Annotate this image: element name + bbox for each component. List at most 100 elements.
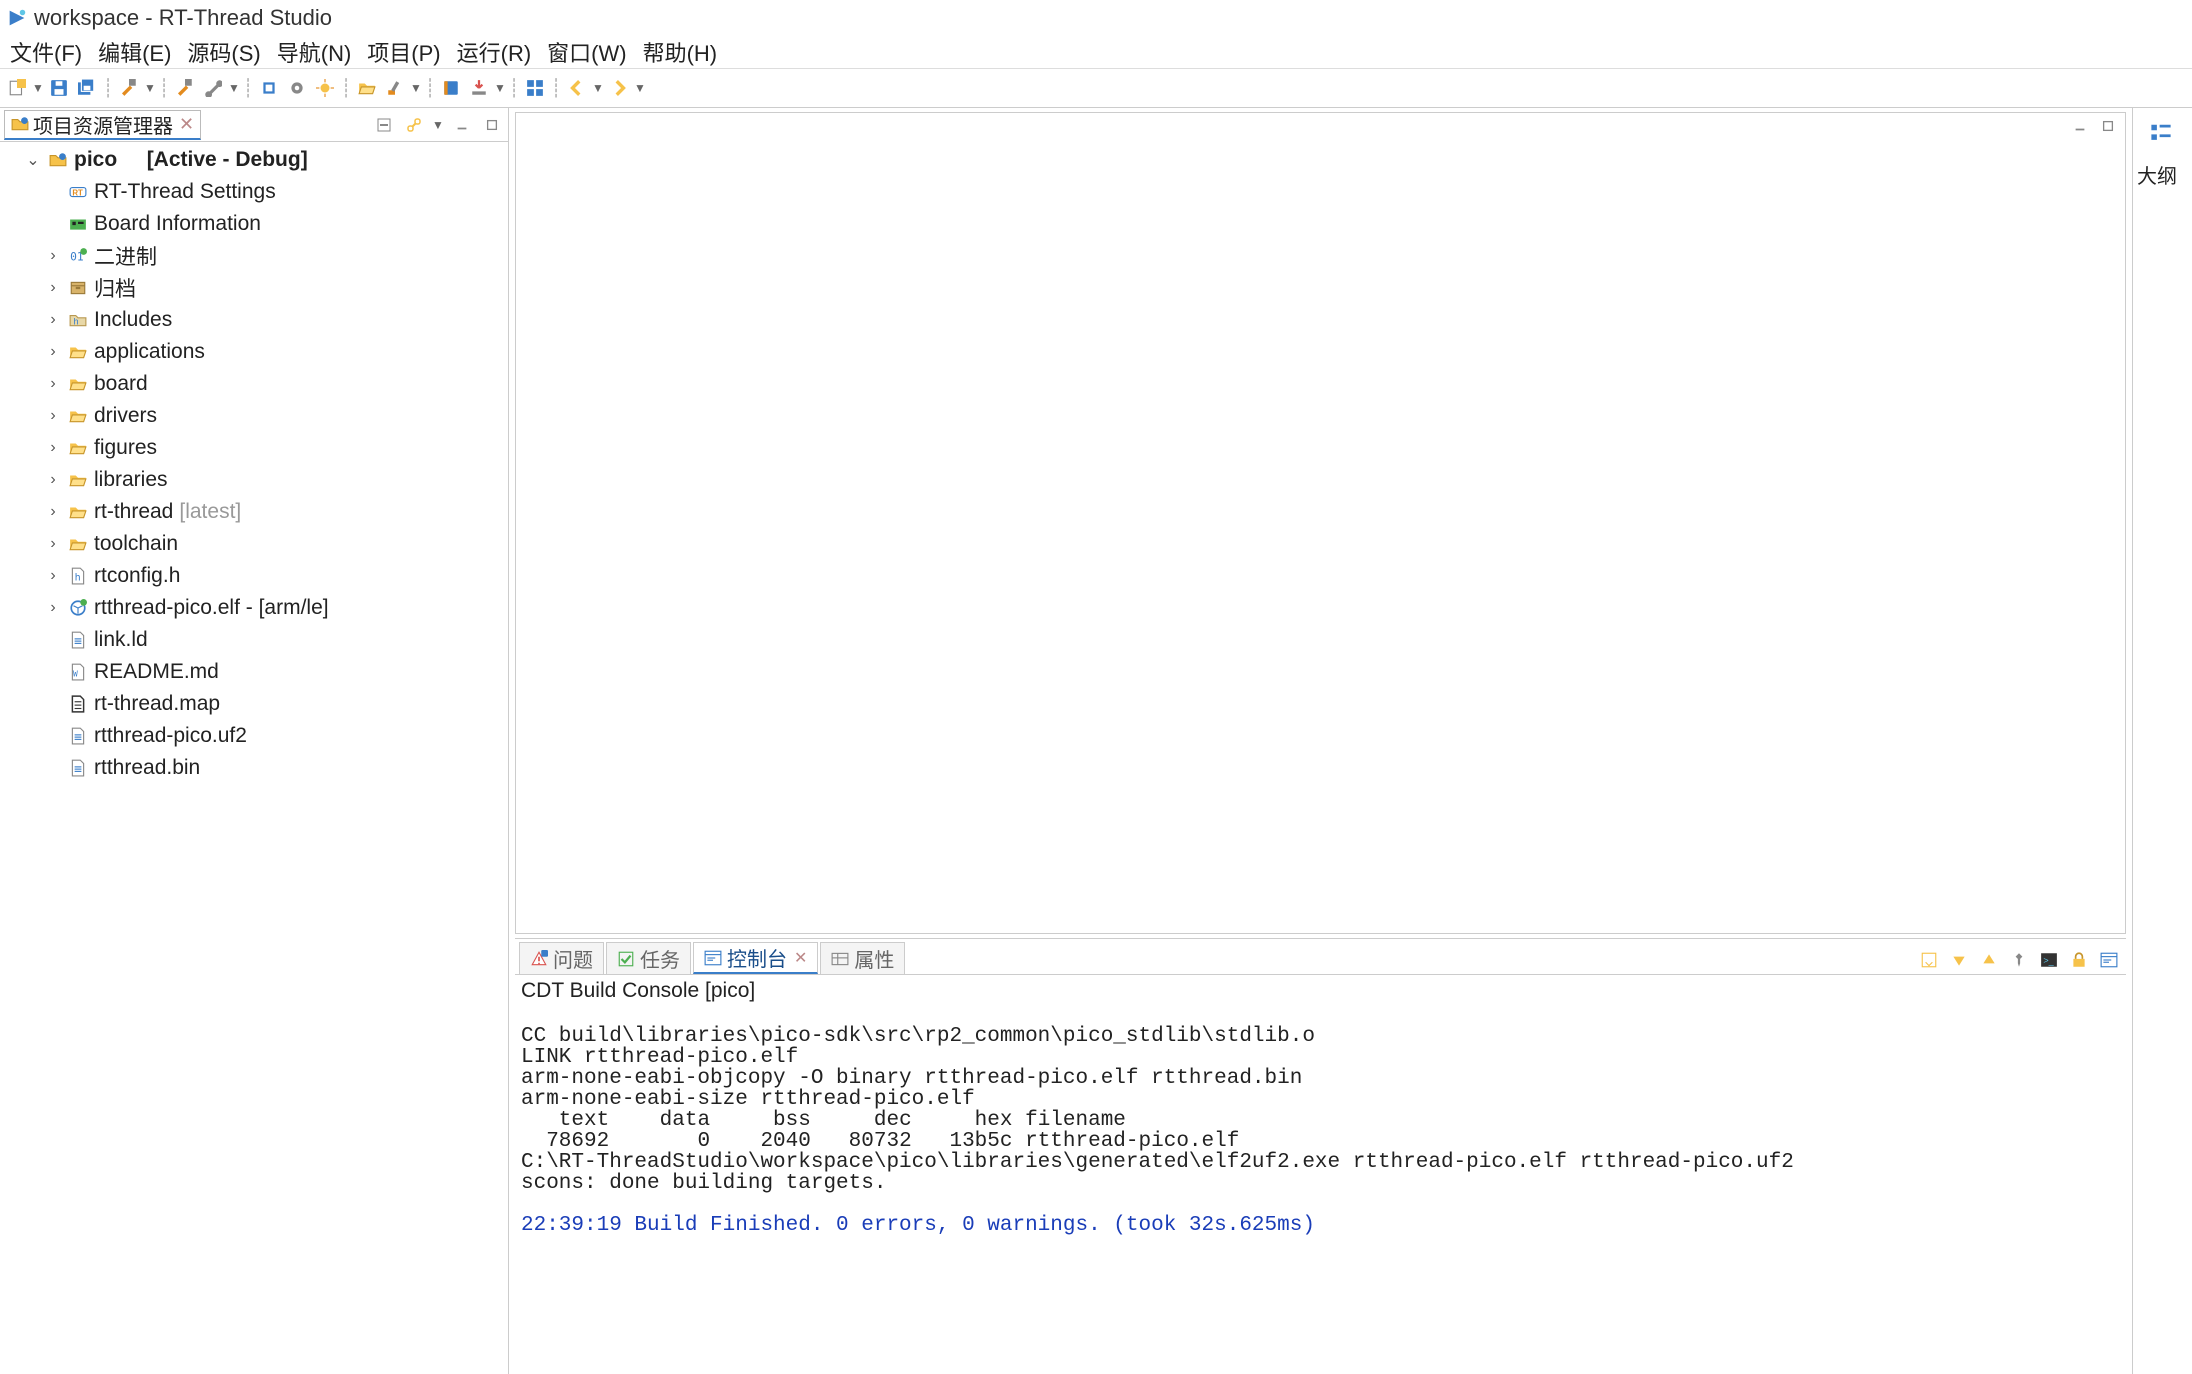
link-editor-button[interactable]	[404, 115, 424, 135]
tree-item[interactable]: ›rtthread.bin	[2, 752, 506, 784]
menu-edit[interactable]: 编辑(E)	[94, 36, 175, 68]
tree-item[interactable]: ›link.ld	[2, 624, 506, 656]
chevron-right-icon[interactable]: ›	[44, 471, 62, 489]
debug-sun-button[interactable]	[313, 76, 337, 100]
chip-button[interactable]	[257, 76, 281, 100]
build-tool-button[interactable]	[173, 76, 197, 100]
tree-item[interactable]: ›rtthread-pico.uf2	[2, 720, 506, 752]
config-dropdown[interactable]: ▼	[228, 76, 240, 100]
outline-button[interactable]	[2137, 114, 2185, 152]
tree-item[interactable]: ›rt-thread.map	[2, 688, 506, 720]
nav-forward-dropdown[interactable]: ▼	[634, 76, 646, 100]
tree-project-root[interactable]: ⌄ pico [Active - Debug]	[2, 144, 506, 176]
tree-item[interactable]: ›applications	[2, 336, 506, 368]
chevron-right-icon[interactable]: ›	[44, 375, 62, 393]
maximize-editor-button[interactable]	[2099, 117, 2117, 135]
spacer-icon: ›	[44, 215, 62, 233]
chevron-right-icon[interactable]: ›	[44, 503, 62, 521]
close-icon[interactable]: ✕	[794, 948, 807, 968]
save-all-button[interactable]	[75, 76, 99, 100]
tab-console[interactable]: 控制台 ✕	[693, 942, 818, 974]
scroll-lock-button[interactable]	[1917, 948, 1941, 972]
tree-item[interactable]: ›board	[2, 368, 506, 400]
config-button[interactable]	[201, 76, 225, 100]
tree-item[interactable]: ›rt-thread [latest]	[2, 496, 506, 528]
settings-button[interactable]	[285, 76, 309, 100]
nav-back-button[interactable]	[565, 76, 589, 100]
nav-forward-button[interactable]	[607, 76, 631, 100]
download-button[interactable]	[467, 76, 491, 100]
tree-item[interactable]: ›README.md	[2, 656, 506, 688]
collapse-all-button[interactable]	[374, 115, 394, 135]
build-dropdown[interactable]: ▼	[144, 76, 156, 100]
chevron-right-icon[interactable]: ›	[44, 535, 62, 553]
tab-problems[interactable]: 问题	[519, 942, 604, 974]
rt-icon	[68, 182, 88, 202]
prev-error-button[interactable]	[1977, 948, 2001, 972]
tree-item[interactable]: ›rtconfig.h	[2, 560, 506, 592]
tree-item-label: rtthread.bin	[94, 756, 200, 780]
center-column: 问题 任务 控制台 ✕ 属性	[509, 108, 2132, 1374]
chevron-right-icon[interactable]: ›	[44, 343, 62, 361]
folder-icon	[68, 438, 88, 458]
build-button[interactable]	[117, 76, 141, 100]
menu-source[interactable]: 源码(S)	[183, 36, 264, 68]
open-folder-button[interactable]	[355, 76, 379, 100]
console-output[interactable]: CC build\libraries\pico-sdk\src\rp2_comm…	[515, 1005, 2126, 1374]
next-error-button[interactable]	[1947, 948, 1971, 972]
menu-navigate[interactable]: 导航(N)	[273, 36, 356, 68]
chevron-right-icon[interactable]: ›	[44, 439, 62, 457]
view-menu-dropdown[interactable]: ▼	[432, 118, 444, 132]
console-options-button[interactable]	[2097, 948, 2121, 972]
tree-item-label: RT-Thread Settings	[94, 180, 276, 204]
chevron-right-icon[interactable]: ›	[44, 311, 62, 329]
minimize-editor-button[interactable]	[2071, 117, 2089, 135]
lock-console-button[interactable]	[2067, 948, 2091, 972]
menu-help[interactable]: 帮助(H)	[639, 36, 722, 68]
tree-item[interactable]: ›归档	[2, 272, 506, 304]
minimize-view-button[interactable]	[452, 115, 472, 135]
brush-button[interactable]	[383, 76, 407, 100]
tree-item[interactable]: ›Board Information	[2, 208, 506, 240]
nav-back-dropdown[interactable]: ▼	[592, 76, 604, 100]
separator-icon: ┊	[242, 78, 254, 99]
tree-item[interactable]: ›figures	[2, 432, 506, 464]
save-button[interactable]	[47, 76, 71, 100]
chevron-right-icon[interactable]: ›	[44, 279, 62, 297]
brush-dropdown[interactable]: ▼	[410, 76, 422, 100]
tree-item[interactable]: ›rtthread-pico.elf - [arm/le]	[2, 592, 506, 624]
menu-project[interactable]: 项目(P)	[363, 36, 444, 68]
close-icon[interactable]: ✕	[179, 114, 194, 135]
tree-item[interactable]: ›libraries	[2, 464, 506, 496]
download-dropdown[interactable]: ▼	[494, 76, 506, 100]
project-tree[interactable]: ⌄ pico [Active - Debug] ›RT-Thread Setti…	[0, 142, 508, 1374]
new-button[interactable]	[5, 76, 29, 100]
tree-item[interactable]: ›RT-Thread Settings	[2, 176, 506, 208]
maximize-view-button[interactable]	[482, 115, 502, 135]
outline-label[interactable]: 大纲	[2137, 160, 2188, 189]
tab-tasks[interactable]: 任务	[606, 942, 691, 974]
menu-file[interactable]: 文件(F)	[6, 36, 86, 68]
new-dropdown[interactable]: ▼	[32, 76, 44, 100]
help-book-button[interactable]	[439, 76, 463, 100]
board-icon	[68, 214, 88, 234]
chevron-right-icon[interactable]: ›	[44, 567, 62, 585]
menu-window[interactable]: 窗口(W)	[543, 36, 630, 68]
tree-item[interactable]: ›二进制	[2, 240, 506, 272]
tree-item-label: toolchain	[94, 532, 178, 556]
chevron-down-icon[interactable]: ⌄	[24, 150, 42, 170]
tree-item[interactable]: › toolchain	[2, 528, 506, 560]
editor-area[interactable]	[515, 112, 2126, 934]
pin-console-button[interactable]	[2007, 948, 2031, 972]
open-terminal-button[interactable]	[2037, 948, 2061, 972]
file-icon	[68, 630, 88, 650]
tree-item[interactable]: ›Includes	[2, 304, 506, 336]
project-explorer-tab[interactable]: 项目资源管理器 ✕	[4, 110, 201, 140]
chevron-right-icon[interactable]: ›	[44, 247, 62, 265]
tab-properties[interactable]: 属性	[820, 942, 905, 974]
chevron-right-icon[interactable]: ›	[44, 407, 62, 425]
sdk-manager-button[interactable]	[523, 76, 547, 100]
tree-item[interactable]: ›drivers	[2, 400, 506, 432]
menu-run[interactable]: 运行(R)	[453, 36, 536, 68]
chevron-right-icon[interactable]: ›	[44, 599, 62, 617]
